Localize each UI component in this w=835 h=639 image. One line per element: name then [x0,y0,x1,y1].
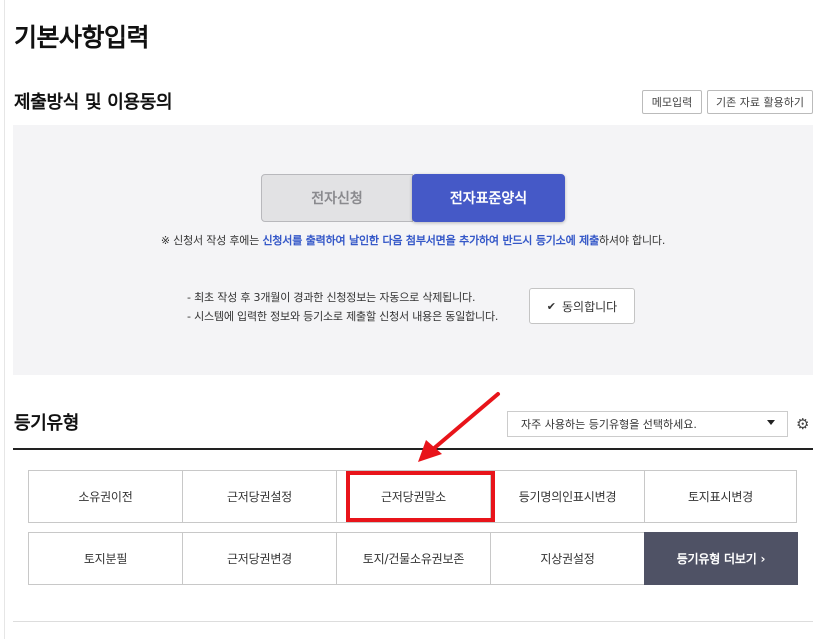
left-border [4,0,5,639]
section-divider [13,448,813,450]
notice-suffix: 하셔야 합니다. [599,234,666,247]
consent-bullet: - 시스템에 입력한 정보와 등기소로 제출할 신청서 내용은 동일합니다. [187,310,499,323]
notice-prefix: ※ 신청서 작성 후에는 [160,234,263,247]
bottom-divider [13,621,813,622]
arrow-annotation [418,392,500,462]
type-button-land-subdivision[interactable]: 토지분필 [28,532,183,585]
frequent-type-select[interactable]: 자주 사용하는 등기유형을 선택하세요. [507,411,788,437]
electronic-standard-form-toggle[interactable]: 전자표준양식 [412,174,565,222]
frequent-type-select-value: 자주 사용하는 등기유형을 선택하세요. [521,418,697,431]
submission-notice: ※ 신청서 작성 후에는 신청서를 출력하여 날인한 다음 첨부서면을 추가하여… [13,232,813,248]
agree-button-label: 동의합니다 [562,299,618,314]
type-button-superficies-setting[interactable]: 지상권설정 [490,532,645,585]
type-button-land-indication-change[interactable]: 토지표시변경 [644,470,797,523]
submission-panel [13,125,813,375]
type-button-mortgage-cancellation[interactable]: 근저당권말소 [336,470,491,523]
more-types-button[interactable]: 등기유형 더보기 › [644,532,798,585]
type-button-ownership-preservation[interactable]: 토지/건물소유권보존 [336,532,491,585]
gear-icon[interactable]: ⚙ [796,415,809,433]
type-button-mortgage-setting[interactable]: 근저당권설정 [182,470,337,523]
registration-type-title: 등기유형 [14,413,80,434]
type-button-name-change[interactable]: 등기명의인표시변경 [490,470,645,523]
page-title: 기본사항입력 [14,23,150,52]
reuse-data-button[interactable]: 기존 자료 활용하기 [707,90,813,114]
notice-highlight: 신청서를 출력하여 날인한 다음 첨부서면을 추가하여 반드시 등기소에 제출 [262,234,599,247]
memo-button[interactable]: 메모입력 [642,90,702,114]
caret-down-icon [767,420,775,425]
type-button-ownership-transfer[interactable]: 소유권이전 [28,470,183,523]
consent-bullet: - 최초 작성 후 3개월이 경과한 신청정보는 자동으로 삭제됩니다. [187,291,476,304]
electronic-application-toggle[interactable]: 전자신청 [261,174,413,222]
agree-button[interactable]: ✔ 동의합니다 [529,288,635,324]
submission-section-title: 제출방식 및 이용동의 [14,92,173,113]
type-button-mortgage-change[interactable]: 근저당권변경 [182,532,337,585]
check-icon: ✔ [546,299,556,313]
